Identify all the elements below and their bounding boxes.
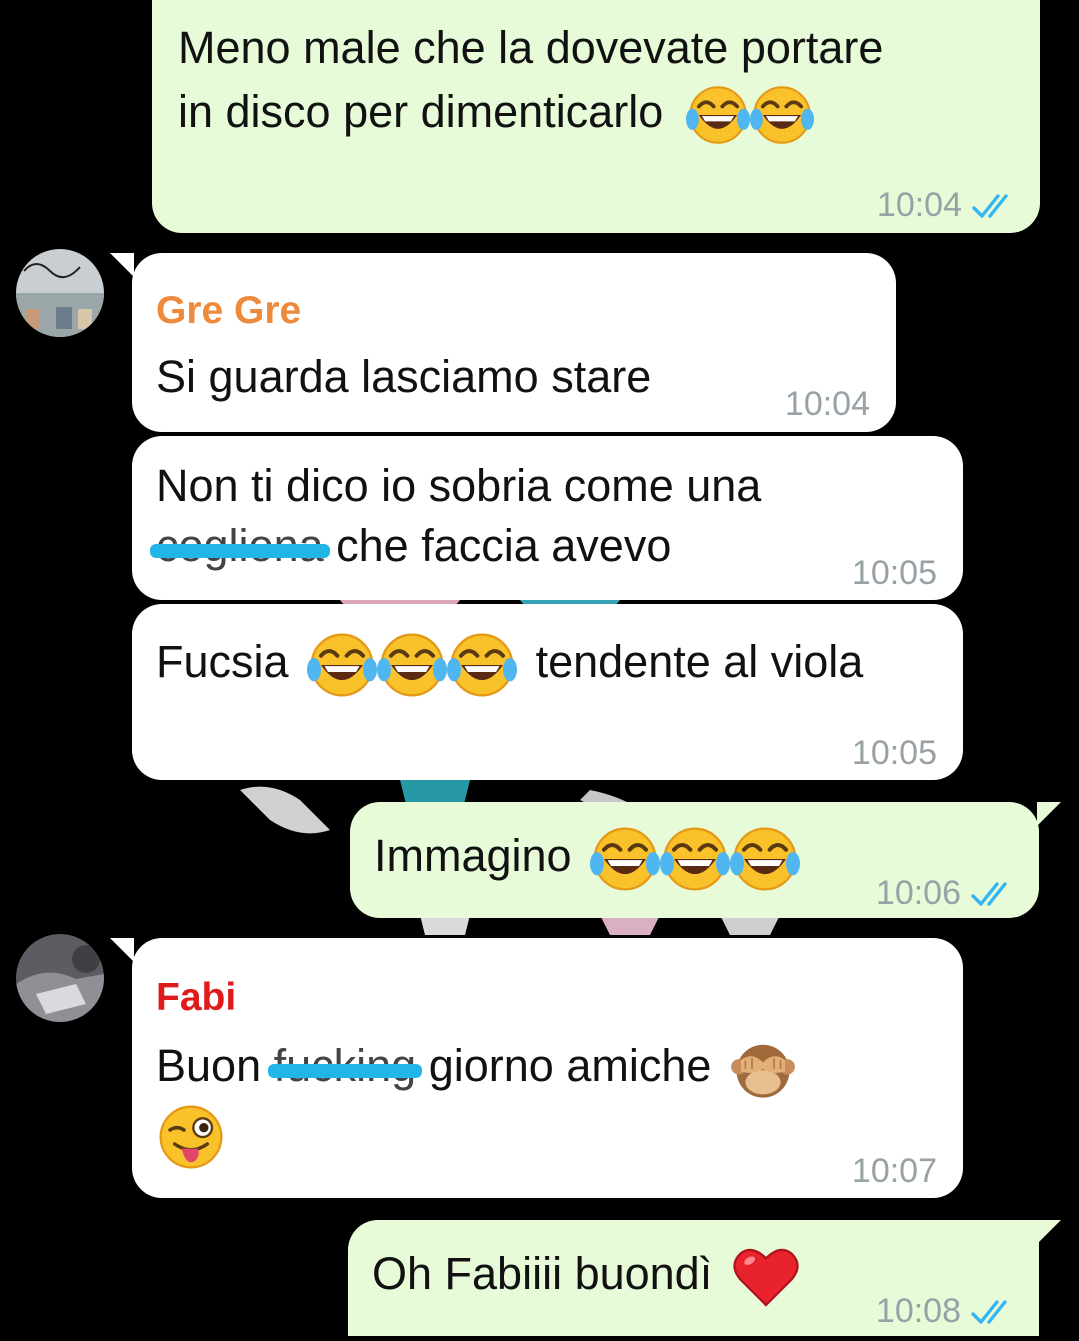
message-meta: 10:05 [852,544,937,603]
message-text-line-1: Meno male che la dovevate portare [178,22,884,73]
message-time: 10:08 [875,1292,961,1330]
message-time: 10:07 [851,1152,937,1190]
avatar-image [16,934,104,1022]
face-with-tears-of-joy-icon [590,824,660,894]
redaction-mark [150,544,330,558]
message-text: Oh Fabiiii buondì [372,1247,713,1299]
message-text-line-2 [156,1102,226,1172]
message-text-line-2: cogliona che faccia avevo [150,516,672,575]
see-no-evil-monkey-icon [731,1044,795,1098]
message-text-line-1: Non ti dico io sobria come una [156,460,762,511]
avatar-fabi[interactable] [16,934,104,1022]
face-with-tears-of-joy-icon [750,83,814,147]
incoming-message-6[interactable]: Fabi Buon fucking giorno amiche 10:07 [110,938,963,1201]
message-time: 10:04 [876,186,962,224]
message-time: 10:05 [851,554,937,592]
double-check-icon [971,879,1015,909]
message-time: 10:04 [784,385,870,423]
face-with-tears-of-joy-icon [730,824,800,894]
winking-face-with-tongue-icon [159,1105,223,1169]
message-meta: 10:08 [876,1282,1015,1341]
message-meta: 10:06 [876,864,1015,923]
incoming-message-2[interactable]: Gre Gre Si guarda lasciamo stare 10:04 [110,253,896,434]
message-text: in disco per dimenticarlo [178,86,664,137]
message-text: giorno amiche [428,1040,712,1091]
redacted-word: cogliona [150,516,330,575]
message-text: Si guarda lasciamo stare [156,351,652,402]
message-text-line-2: in disco per dimenticarlo [178,82,814,147]
message-text-line-1: Oh Fabiiii buondì [372,1242,801,1312]
red-heart-icon [733,1248,799,1307]
avatar-image [16,249,104,337]
face-with-tears-of-joy-icon [307,630,377,700]
avatar-gre-gre[interactable] [16,249,104,337]
face-with-tears-of-joy-icon [377,630,447,700]
redaction-mark [267,1064,423,1078]
double-check-icon [972,191,1016,221]
double-check-icon [971,1297,1015,1327]
message-text-line-1: Buon fucking giorno amiche [156,1036,796,1102]
incoming-message-3[interactable]: Non ti dico io sobria come una cogliona … [132,436,963,600]
message-text-line-1: Fucsia tendente al viola [156,630,863,700]
message-meta: 10:07 [852,1142,937,1201]
face-with-tears-of-joy-icon [447,630,517,700]
message-text: Immagino [374,829,572,881]
message-meta: 10:04 [785,375,870,434]
message-text: Buon [156,1040,262,1091]
message-text-line-1: Immagino [374,824,800,894]
face-with-tears-of-joy-icon [686,83,750,147]
message-meta: 10:04 [877,176,1016,235]
message-time: 10:05 [851,734,937,772]
outgoing-message-1[interactable]: Meno male che la dovevate portare in dis… [152,0,1040,233]
outgoing-message-5[interactable]: Immagino 10:06 [350,802,1061,918]
incoming-message-4[interactable]: Fucsia tendente al viola 10:05 [132,604,963,780]
message-text: Fucsia [156,635,289,687]
sender-name: Fabi [156,976,237,1019]
outgoing-message-7[interactable]: Oh Fabiiii buondì 10:08 [348,1220,1061,1336]
message-meta: 10:05 [852,724,937,783]
message-time: 10:06 [875,874,961,912]
redacted-word: fucking [267,1036,423,1095]
message-text: che faccia avevo [336,520,672,571]
message-text: tendente al viola [535,635,864,687]
face-with-tears-of-joy-icon [660,824,730,894]
sender-name: Gre Gre [156,289,302,332]
